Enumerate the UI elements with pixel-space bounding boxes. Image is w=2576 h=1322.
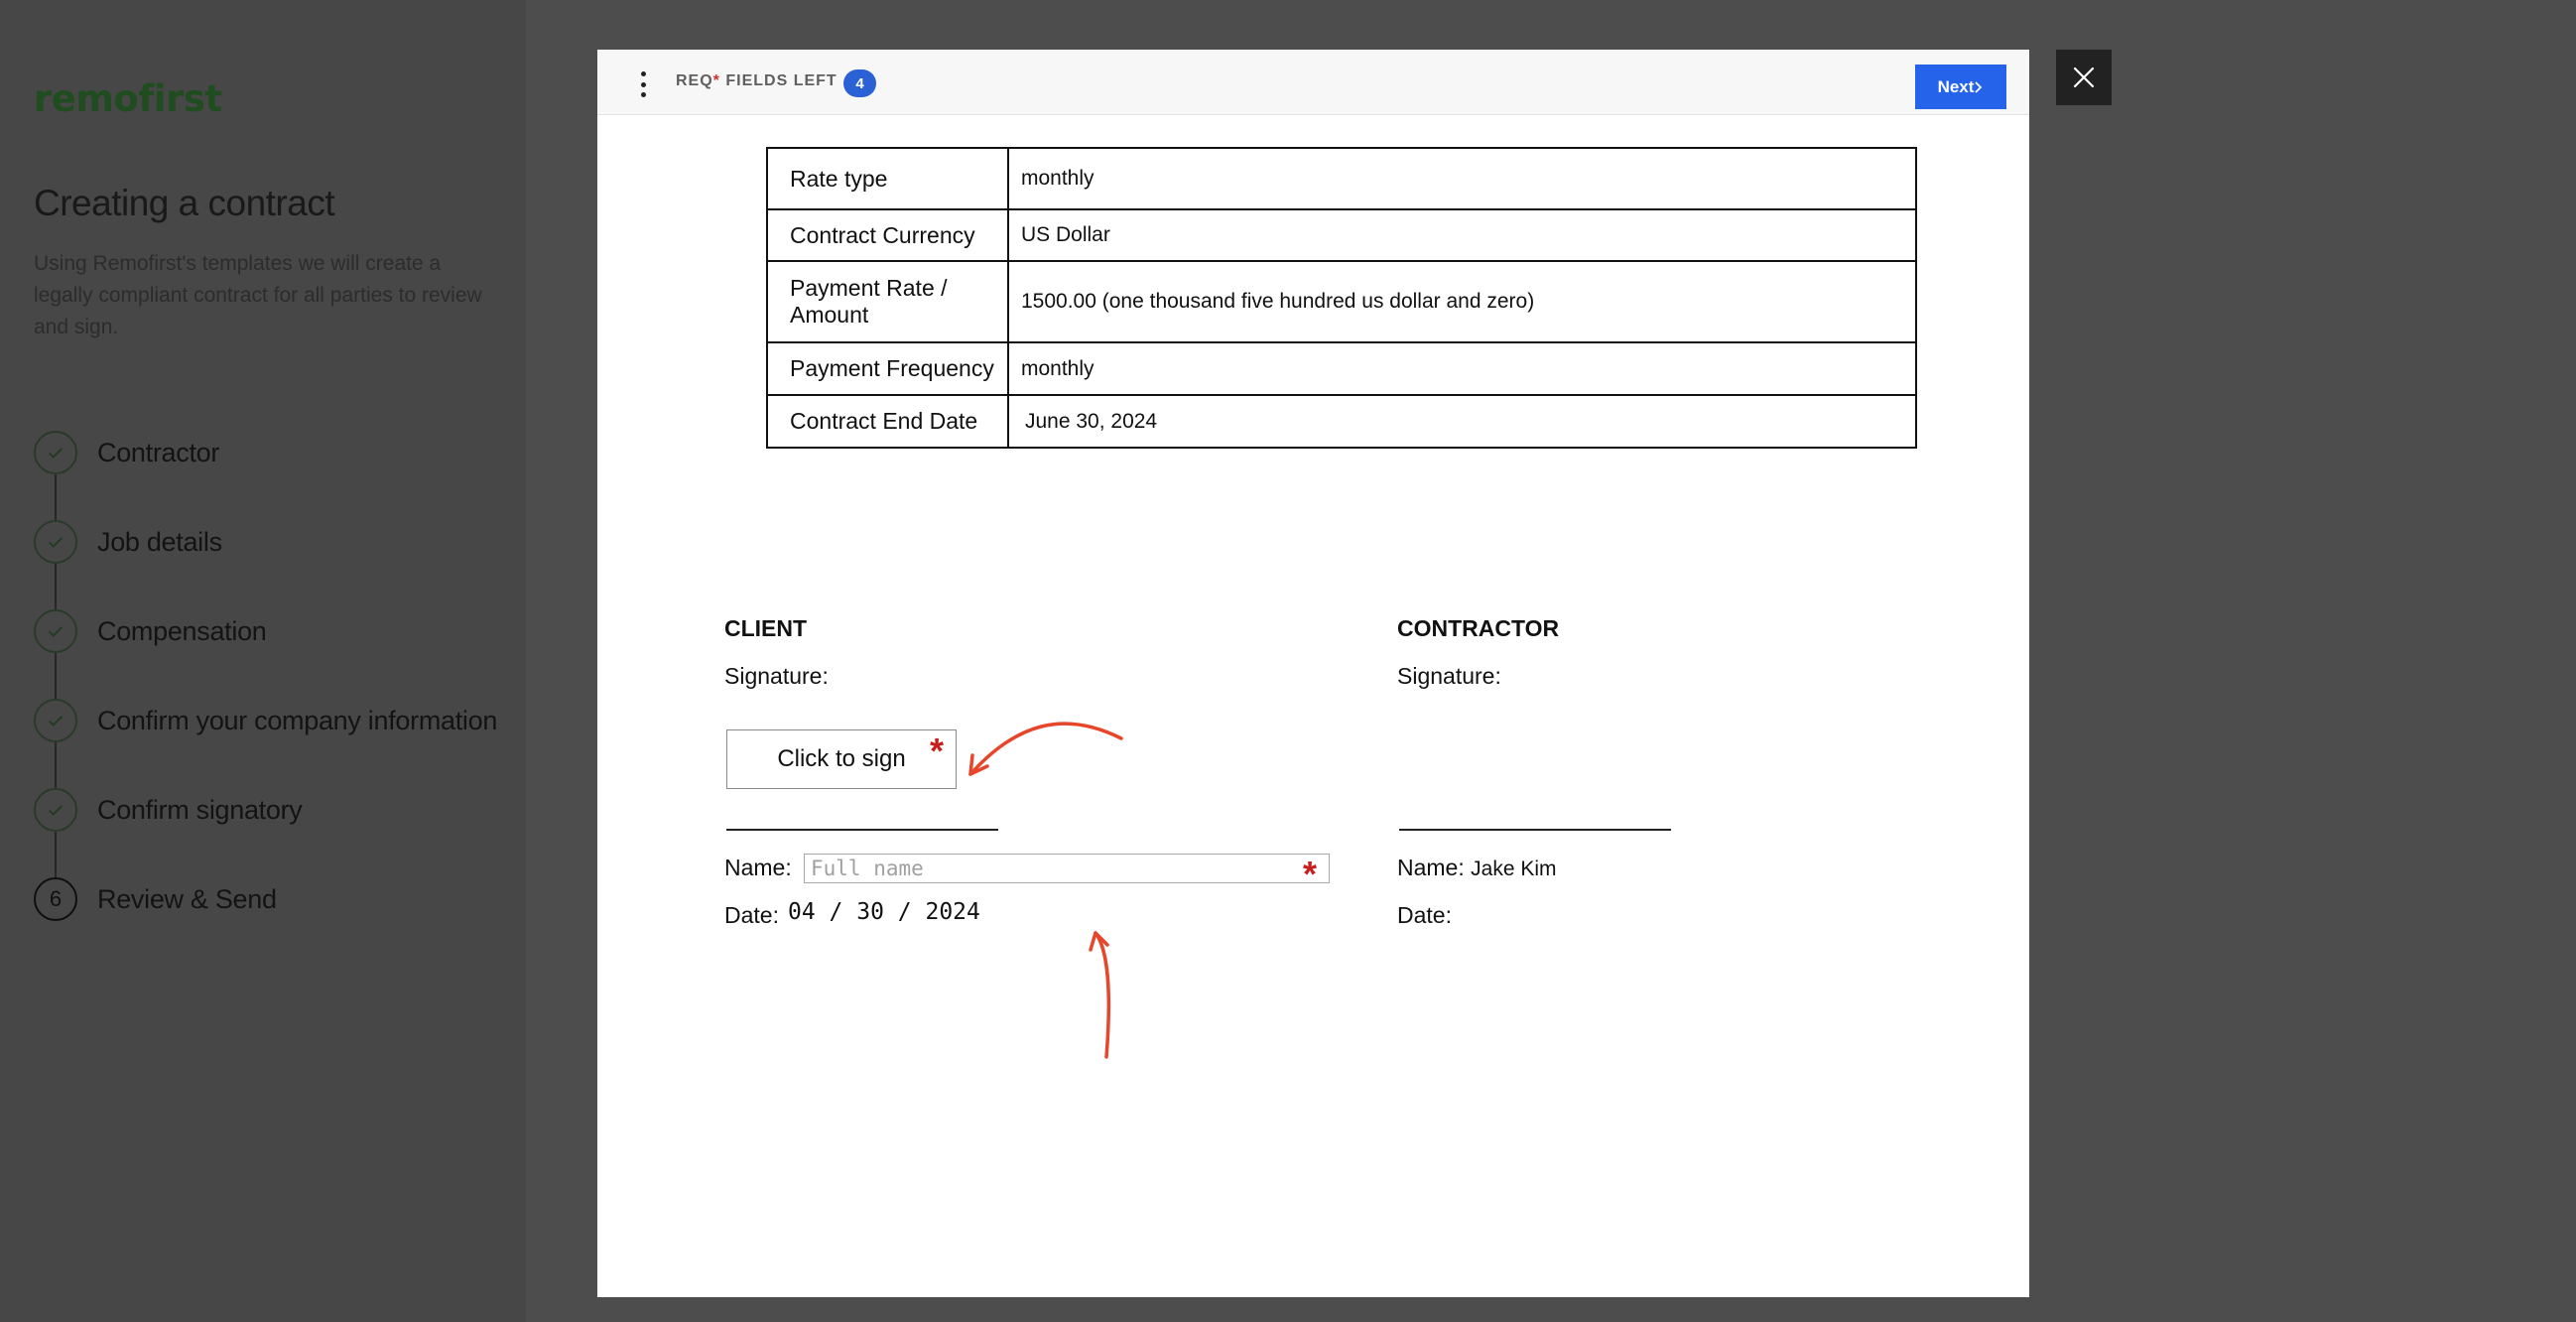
step-number: 6	[34, 877, 77, 921]
page-description: Using Remofirst's templates we will crea…	[34, 252, 482, 338]
contract-document: Rate type monthly Contract Currency US D…	[597, 116, 2029, 1297]
step-compensation[interactable]: Compensation	[34, 609, 497, 699]
fields-left-badge: 4	[843, 69, 876, 97]
step-label: Job details	[97, 527, 222, 557]
term-value: monthly	[1007, 147, 1917, 210]
table-row: Contract Currency US Dollar	[766, 208, 1917, 262]
close-button[interactable]	[2056, 50, 2112, 105]
contractor-date-label: Date:	[1397, 902, 1452, 928]
term-value: US Dollar	[1007, 208, 1917, 262]
required-asterisk: *	[930, 730, 945, 771]
client-signature-label: Signature:	[724, 663, 829, 689]
arrow-to-sign-button-icon	[968, 722, 1123, 776]
chevron-right-icon	[1975, 80, 1983, 93]
step-connector	[55, 653, 57, 699]
stepper: Contractor Job details Compensation Conf…	[34, 431, 497, 967]
contract-preview-modal: REQ* FIELDS LEFT 4 Next Rate type monthl…	[597, 50, 2029, 1297]
close-icon	[2073, 66, 2095, 88]
step-connector	[55, 474, 57, 520]
client-date-label: Date:	[724, 902, 779, 928]
client-date-input[interactable]: 04 / 30 / 2024	[788, 899, 980, 925]
term-key: Payment Rate / Amount	[766, 260, 1009, 343]
step-label: Confirm signatory	[97, 795, 303, 825]
contract-terms-table: Rate type monthly Contract Currency US D…	[766, 147, 1917, 449]
table-row: Contract End Date June 30, 2024	[766, 394, 1917, 449]
contractor-name-value: Jake Kim	[1471, 858, 1557, 880]
step-label: Compensation	[97, 616, 267, 646]
contractor-heading: CONTRACTOR	[1397, 615, 1560, 641]
client-full-name-input[interactable]	[804, 854, 1330, 883]
term-value: June 30, 2024	[1007, 394, 1917, 449]
term-key: Contract Currency	[766, 208, 1009, 262]
arrow-to-name-input-icon	[1089, 931, 1111, 1059]
check-icon	[34, 699, 77, 742]
check-icon	[34, 788, 77, 832]
check-icon	[34, 609, 77, 653]
client-name-label: Name:	[724, 855, 792, 880]
modal-toolbar: REQ* FIELDS LEFT 4 Next	[597, 50, 2029, 115]
contractor-name-label: Name: Jake Kim	[1397, 855, 1557, 880]
step-label: Confirm your company information	[97, 706, 498, 735]
term-value: monthly	[1007, 341, 1917, 396]
step-label: Contractor	[97, 438, 220, 467]
page-title: Creating a contract	[34, 183, 335, 223]
step-confirm-company[interactable]: Confirm your company information	[34, 699, 497, 788]
step-contractor[interactable]: Contractor	[34, 431, 497, 520]
step-confirm-signatory[interactable]: Confirm signatory	[34, 788, 497, 877]
step-label: Review & Send	[97, 884, 277, 914]
step-connector	[55, 564, 57, 609]
table-row: Payment Rate / Amount 1500.00 (one thous…	[766, 260, 1917, 343]
term-key: Contract End Date	[766, 394, 1009, 449]
check-icon	[34, 520, 77, 564]
signature-line	[726, 829, 998, 831]
step-job-details[interactable]: Job details	[34, 520, 497, 609]
more-options-icon[interactable]	[637, 71, 649, 97]
table-row: Rate type monthly	[766, 147, 1917, 210]
required-fields-label: REQ* FIELDS LEFT	[676, 72, 837, 89]
step-connector	[55, 832, 57, 877]
term-key: Rate type	[766, 147, 1009, 210]
step-review-send[interactable]: 6 Review & Send	[34, 877, 497, 967]
table-row: Payment Frequency monthly	[766, 341, 1917, 396]
next-button[interactable]: Next	[1915, 65, 2006, 109]
sidebar: remofirst Creating a contract Using Remo…	[0, 0, 526, 1322]
term-value: 1500.00 (one thousand five hundred us do…	[1007, 260, 1917, 343]
remofirst-logo: remofirst	[34, 77, 222, 120]
client-heading: CLIENT	[724, 615, 808, 641]
click-to-sign-button[interactable]: Click to sign	[726, 729, 957, 789]
term-key: Payment Frequency	[766, 341, 1009, 396]
signature-line	[1399, 829, 1671, 831]
required-asterisk: *	[1303, 854, 1318, 894]
step-connector	[55, 742, 57, 788]
check-icon	[34, 431, 77, 474]
contractor-signature-label: Signature:	[1397, 663, 1501, 689]
